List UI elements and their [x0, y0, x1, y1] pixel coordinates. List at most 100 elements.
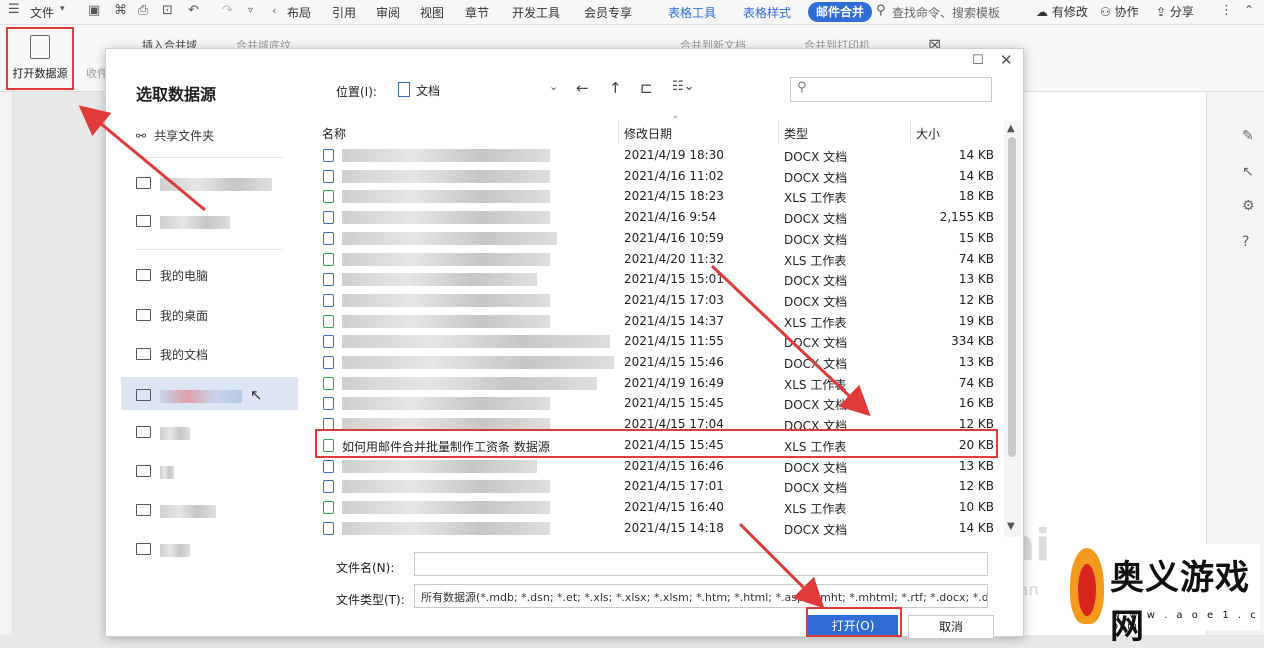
- location-dropdown[interactable]: 文档 ⌄: [394, 77, 564, 101]
- file-row[interactable]: 2021/4/15 14:37 XLS 工作表 19 KB: [316, 311, 1006, 332]
- sidebar-item-folder-5[interactable]: [136, 543, 190, 557]
- file-date: 2021/4/15 17:01: [624, 479, 724, 494]
- close-icon[interactable]: ✕: [1000, 51, 1013, 69]
- file-row[interactable]: 2021/4/15 15:46 DOCX 文档 13 KB: [316, 352, 1006, 373]
- menu-review[interactable]: 审阅: [376, 4, 400, 21]
- docx-file-icon: [323, 459, 334, 473]
- collab-button[interactable]: ⚇ 协作: [1100, 3, 1139, 20]
- chevron-down-icon[interactable]: ▾: [60, 4, 65, 14]
- sidebar-divider: [136, 157, 283, 158]
- sidebar-item-building-1[interactable]: [136, 177, 272, 191]
- open-datasource-button[interactable]: 打开数据源: [6, 27, 74, 90]
- menu-layout[interactable]: 布局: [287, 4, 311, 21]
- undo-icon[interactable]: ↶: [188, 3, 199, 18]
- blurred-label: [160, 178, 272, 191]
- file-row[interactable]: 2021/4/19 16:49 XLS 工作表 74 KB: [316, 373, 1006, 394]
- file-row[interactable]: 2021/4/20 11:32 XLS 工作表 74 KB: [316, 249, 1006, 270]
- blurred-file-name: [342, 314, 550, 328]
- scroll-left-icon[interactable]: ‹: [272, 4, 276, 17]
- file-type: XLS 工作表: [784, 191, 847, 206]
- sidebar-item-shared[interactable]: ⚯ 共享文件夹: [136, 127, 214, 144]
- menu-member[interactable]: 会员专享: [584, 4, 632, 21]
- sidebar-item-folder-3[interactable]: [136, 465, 174, 479]
- scroll-down-icon[interactable]: ▼: [1007, 521, 1015, 532]
- modified-status[interactable]: ☁ 有修改: [1036, 3, 1088, 20]
- format-painter-icon[interactable]: ⌘: [114, 3, 127, 18]
- filetype-select[interactable]: 所有数据源(*.mdb; *.dsn; *.et; *.xls; *.xlsx;…: [414, 584, 988, 608]
- filename-field[interactable]: [414, 552, 988, 576]
- up-arrow-icon[interactable]: ↑: [609, 79, 622, 97]
- menu-references[interactable]: 引用: [332, 4, 356, 21]
- file-type: DOCX 文档: [784, 481, 848, 496]
- cancel-button[interactable]: 取消: [908, 615, 994, 639]
- more-quick-icon[interactable]: ▿: [248, 5, 253, 16]
- file-size: 334 KB: [951, 334, 994, 349]
- tab-table-style[interactable]: 表格样式: [743, 4, 791, 21]
- print-preview-icon[interactable]: ⊡: [162, 3, 173, 18]
- menu-section[interactable]: 章节: [465, 4, 489, 21]
- tab-mail-merge[interactable]: 邮件合并: [808, 2, 873, 22]
- sidebar-item-documents[interactable]: 我的文档: [136, 346, 208, 363]
- column-divider[interactable]: [618, 121, 619, 143]
- file-menu[interactable]: 文件: [30, 4, 54, 21]
- help-icon[interactable]: ?: [1242, 234, 1249, 250]
- save-icon[interactable]: ▣: [88, 3, 100, 18]
- cloud-icon: ☁: [1036, 5, 1048, 19]
- search-input[interactable]: ⚲: [790, 77, 992, 102]
- hamburger-icon[interactable]: ☰: [8, 2, 20, 17]
- new-folder-icon[interactable]: ⊏: [640, 79, 653, 97]
- menu-developer[interactable]: 开发工具: [512, 4, 560, 21]
- search-icon: ⚲: [876, 3, 886, 18]
- scroll-thumb[interactable]: [1008, 137, 1016, 457]
- blurred-label: [160, 216, 230, 229]
- file-row[interactable]: 2021/4/15 17:01 DOCX 文档 12 KB: [316, 476, 1006, 497]
- settings-slider-icon[interactable]: ⚙: [1242, 198, 1255, 214]
- sidebar-item-my-computer[interactable]: 我的电脑: [136, 267, 208, 284]
- command-search[interactable]: 查找命令、搜索模板: [892, 4, 1000, 21]
- file-size: 13 KB: [958, 272, 994, 287]
- filename-label: 文件名(N):: [336, 561, 395, 575]
- sidebar-item-folder-1[interactable]: ↖: [136, 386, 263, 404]
- file-row[interactable]: 2021/4/15 14:18 DOCX 文档 14 KB: [316, 518, 1006, 537]
- vertical-scrollbar[interactable]: ▲ ▼: [1004, 121, 1020, 537]
- column-type[interactable]: 类型: [784, 125, 808, 142]
- file-row[interactable]: 2021/4/15 11:55 DOCX 文档 334 KB: [316, 331, 1006, 352]
- sidebar-divider: [136, 249, 283, 250]
- file-row[interactable]: 2021/4/15 16:40 XLS 工作表 10 KB: [316, 497, 1006, 518]
- scroll-up-icon[interactable]: ▲: [1007, 123, 1015, 134]
- sidebar-item-folder-4[interactable]: [136, 504, 216, 518]
- collapse-ribbon-icon[interactable]: ⌃: [1244, 3, 1254, 17]
- sidebar-item-desktop[interactable]: 我的桌面: [136, 307, 208, 324]
- file-row[interactable]: 2021/4/15 18:23 XLS 工作表 18 KB: [316, 186, 1006, 207]
- column-date[interactable]: 修改日期: [624, 125, 672, 142]
- file-row[interactable]: 2021/4/15 15:01 DOCX 文档 13 KB: [316, 269, 1006, 290]
- file-row[interactable]: 2021/4/15 17:03 DOCX 文档 12 KB: [316, 290, 1006, 311]
- pointer-icon[interactable]: ↖: [1242, 164, 1254, 180]
- file-row[interactable]: 2021/4/16 10:59 DOCX 文档 15 KB: [316, 228, 1006, 249]
- sidebar-item-folder-2[interactable]: [136, 426, 190, 440]
- file-row[interactable]: 2021/4/16 11:02 DOCX 文档 14 KB: [316, 166, 1006, 187]
- menu-view[interactable]: 视图: [420, 4, 444, 21]
- file-type: XLS 工作表: [784, 253, 847, 268]
- edit-icon[interactable]: ✎: [1242, 128, 1254, 144]
- back-arrow-icon[interactable]: ←: [576, 79, 589, 97]
- column-divider[interactable]: [778, 121, 779, 143]
- share-button[interactable]: ⇪ 分享: [1156, 3, 1194, 20]
- file-type: XLS 工作表: [784, 315, 847, 330]
- folder-icon: [136, 348, 151, 360]
- redo-icon[interactable]: ↷: [222, 3, 233, 18]
- file-row[interactable]: 2021/4/15 15:45 DOCX 文档 16 KB: [316, 393, 1006, 414]
- column-name[interactable]: 名称: [322, 125, 346, 142]
- file-row[interactable]: 2021/4/15 16:46 DOCX 文档 13 KB: [316, 456, 1006, 477]
- file-row[interactable]: 2021/4/16 9:54 DOCX 文档 2,155 KB: [316, 207, 1006, 228]
- more-icon[interactable]: ⋮: [1220, 3, 1233, 18]
- file-date: 2021/4/15 11:55: [624, 334, 724, 349]
- maximize-icon[interactable]: ☐: [972, 53, 984, 68]
- print-icon[interactable]: ⎙: [138, 3, 148, 18]
- column-size[interactable]: 大小: [916, 125, 940, 142]
- column-divider[interactable]: [910, 121, 911, 143]
- file-row[interactable]: 2021/4/19 18:30 DOCX 文档 14 KB: [316, 145, 1006, 166]
- tab-table-tools[interactable]: 表格工具: [668, 4, 716, 21]
- view-mode-icon[interactable]: ☷⌄: [672, 79, 695, 94]
- sidebar-item-building-2[interactable]: [136, 215, 230, 229]
